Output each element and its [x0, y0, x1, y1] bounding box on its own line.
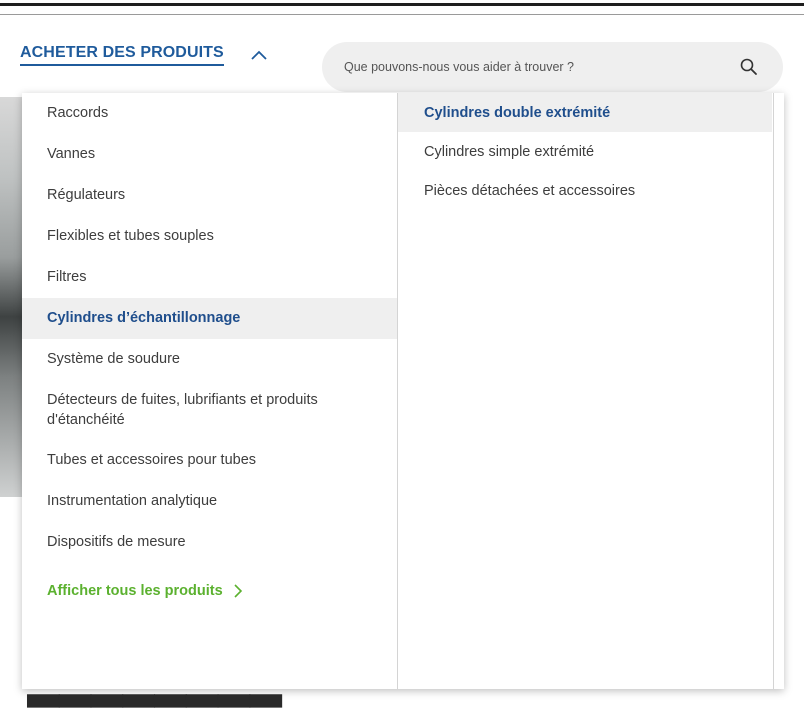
- chevron-right-icon: [234, 584, 242, 598]
- products-mega-menu: Raccords Vannes Régulateurs Flexibles et…: [22, 93, 784, 689]
- category-item-raccords[interactable]: Raccords: [22, 93, 397, 134]
- category-list: Raccords Vannes Régulateurs Flexibles et…: [22, 93, 397, 599]
- background-hero-image: [0, 97, 22, 497]
- show-all-products-label[interactable]: Afficher tous les produits: [47, 583, 223, 599]
- search-bar: [322, 42, 783, 92]
- chevron-up-icon[interactable]: [250, 48, 268, 62]
- top-border: [0, 3, 804, 6]
- category-item-mesure[interactable]: Dispositifs de mesure: [22, 522, 397, 563]
- category-item-instrumentation[interactable]: Instrumentation analytique: [22, 481, 397, 522]
- subcategory-item-pieces[interactable]: Pièces détachées et accessoires: [398, 171, 772, 210]
- category-item-soudure[interactable]: Système de soudure: [22, 339, 397, 380]
- category-item-detecteurs[interactable]: Détecteurs de fuites, lubrifiants et pro…: [22, 380, 397, 440]
- category-item-tubes[interactable]: Tubes et accessoires pour tubes: [22, 440, 397, 481]
- search-icon[interactable]: [739, 57, 759, 77]
- show-all-products-link[interactable]: Afficher tous les produits: [47, 583, 397, 599]
- category-item-cylindres[interactable]: Cylindres d’échantillonnage: [22, 298, 397, 339]
- site-header: ACHETER DES PRODUITS: [0, 15, 804, 97]
- shop-products-toggle[interactable]: ACHETER DES PRODUITS: [20, 44, 268, 66]
- search-input[interactable]: [344, 60, 724, 74]
- category-item-regulateurs[interactable]: Régulateurs: [22, 175, 397, 216]
- category-item-vannes[interactable]: Vannes: [22, 134, 397, 175]
- subcategory-item-simple[interactable]: Cylindres simple extrémité: [398, 132, 772, 171]
- category-item-filtres[interactable]: Filtres: [22, 257, 397, 298]
- subcategory-item-double[interactable]: Cylindres double extrémité: [398, 93, 772, 132]
- category-item-flexibles[interactable]: Flexibles et tubes souples: [22, 216, 397, 257]
- menu-right-edge: [773, 93, 774, 689]
- shop-products-label[interactable]: ACHETER DES PRODUITS: [20, 44, 224, 66]
- subcategory-list: Cylindres double extrémité Cylindres sim…: [398, 93, 772, 210]
